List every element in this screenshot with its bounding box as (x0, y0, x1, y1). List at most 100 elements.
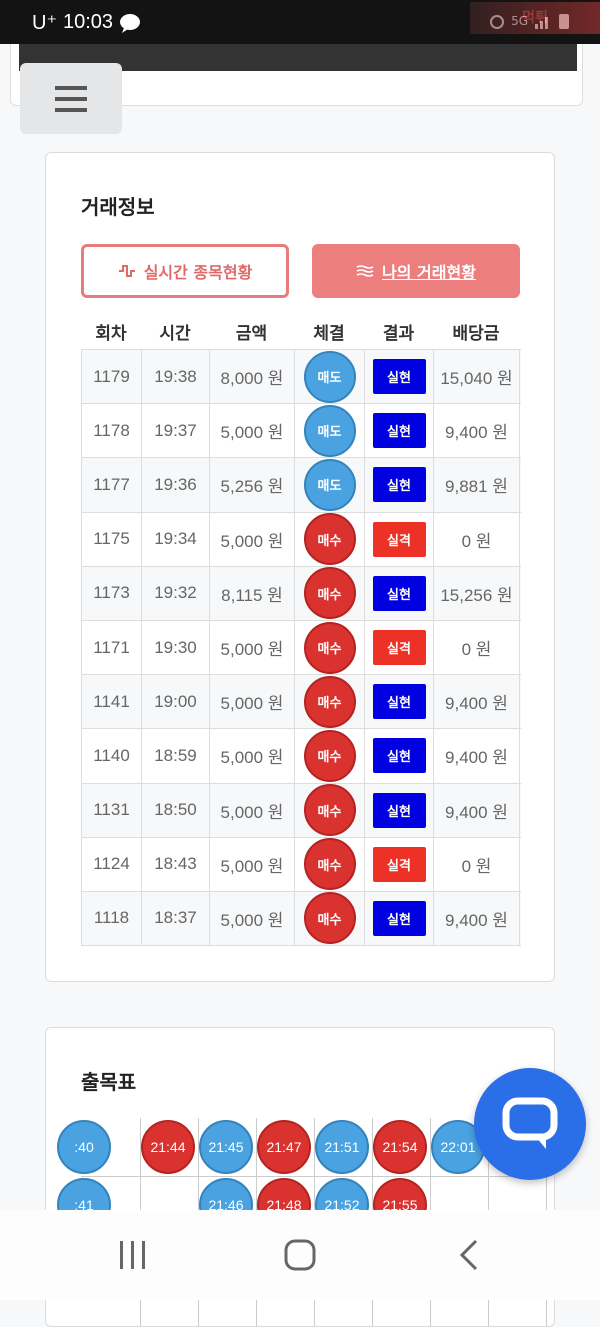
carrier-label: U⁺ (32, 12, 57, 34)
draw-bead: 21:44 (141, 1120, 195, 1174)
payout-cell: 15,040 원 (434, 350, 520, 404)
draw-bead: 21:47 (257, 1120, 311, 1174)
result-hit-badge: 실현 (372, 738, 426, 774)
result-cell: 실현 (365, 891, 434, 946)
buy-badge: 매수 (303, 784, 356, 837)
time-cell: 19:38 (142, 350, 210, 404)
back-icon[interactable] (450, 1235, 490, 1275)
round-cell: 1118 (82, 891, 142, 946)
pulse-icon (118, 265, 135, 277)
sell-badge: 매도 (303, 458, 356, 511)
grid-line (81, 1176, 521, 1177)
buy-badge: 매수 (303, 621, 356, 674)
status-left: U⁺ 10:03 (32, 10, 141, 35)
side-cell: 매수 (295, 566, 365, 620)
round-cell: 1177 (82, 458, 142, 512)
time-cell: 18:37 (142, 891, 210, 946)
time-cell: 19:34 (142, 512, 210, 566)
round-cell: 1175 (82, 512, 142, 566)
my-trades-label: 나의 거래현황 (382, 263, 476, 282)
payout-cell: 9,400 원 (434, 404, 520, 458)
result-cell: 실격 (365, 837, 434, 891)
time-cell: 18:59 (142, 729, 210, 783)
result-hit-badge: 실현 (372, 413, 426, 449)
time-cell: 19:00 (142, 675, 210, 729)
trade-table[interactable]: 1179 19:38 8,000 원 매도 실현 15,040 원 1178 19:37 5,0… (81, 349, 521, 947)
result-hit-badge: 실현 (372, 359, 426, 395)
side-cell: 매도 (295, 458, 365, 512)
live-status-button[interactable]: 실시간 종목현황 (81, 244, 289, 298)
amount-cell: 5,000 원 (210, 675, 295, 729)
amount-cell: 5,000 원 (210, 512, 295, 566)
result-hit-badge: 실현 (372, 900, 426, 936)
result-hit-badge: 실현 (372, 792, 426, 828)
side-cell: 매수 (295, 891, 365, 946)
table-header: 회차 시간 금액 체결 결과 배당금 (81, 313, 521, 349)
result-cell: 실현 (365, 675, 434, 729)
amount-cell: 8,115 원 (210, 566, 295, 620)
table-row: 1177 19:36 5,256 원 매도 실현 9,881 원 (82, 458, 521, 513)
status-bar: U⁺ 10:03 5G 먹튀 (0, 0, 600, 44)
payout-cell: 9,400 원 (434, 783, 520, 837)
menu-button[interactable] (20, 63, 122, 134)
table-row: 1178 19:37 5,000 원 매도 실현 9,400 원 (82, 404, 521, 459)
result-hit-badge: 실현 (372, 575, 426, 611)
col-payout: 배당금 (452, 323, 500, 344)
waves-icon (356, 265, 374, 277)
draw-bead: 21:45 (199, 1120, 253, 1174)
clock: 10:03 (63, 11, 114, 33)
result-hit-badge: 실현 (372, 684, 426, 720)
time-cell: 19:32 (142, 566, 210, 620)
result-cell: 실현 (365, 783, 434, 837)
recent-apps-icon[interactable] (112, 1235, 152, 1275)
amount-cell: 5,000 원 (210, 837, 295, 891)
result-hit-badge: 실현 (372, 467, 426, 503)
side-cell: 매수 (295, 837, 365, 891)
result-cell: 실현 (365, 404, 434, 458)
buy-badge: 매수 (303, 513, 356, 566)
chat-button[interactable] (474, 1068, 586, 1180)
messenger-icon (120, 13, 141, 33)
payout-cell: 9,400 원 (434, 675, 520, 729)
result-miss-badge: 실격 (372, 630, 426, 666)
amount-cell: 8,000 원 (210, 350, 295, 404)
payout-cell: 0 원 (434, 837, 520, 891)
round-cell: 1179 (82, 350, 142, 404)
table-row: 1173 19:32 8,115 원 매수 실현 15,256 원 (82, 566, 521, 621)
draw-bead: :40 (57, 1120, 111, 1174)
amount-cell: 5,000 원 (210, 404, 295, 458)
payout-cell: 9,881 원 (434, 458, 520, 512)
watermark-logo: 먹튀 (470, 2, 600, 34)
buy-badge: 매수 (303, 567, 356, 620)
col-amount: 금액 (235, 323, 268, 344)
table-row: 1118 18:37 5,000 원 매수 실현 9,400 원 (82, 891, 521, 947)
side-cell: 매도 (295, 404, 365, 458)
round-cell: 1173 (82, 566, 142, 620)
hamburger-icon (55, 85, 87, 112)
amount-cell: 5,000 원 (210, 783, 295, 837)
side-cell: 매수 (295, 620, 365, 675)
result-cell: 실현 (365, 458, 434, 512)
buy-badge: 매수 (303, 675, 356, 728)
table-row: 1140 18:59 5,000 원 매수 실현 9,400 원 (82, 729, 521, 784)
nav-bar (0, 1210, 600, 1300)
table-row: 1175 19:34 5,000 원 매수 실격 0 원 (82, 512, 521, 567)
round-cell: 1178 (82, 404, 142, 458)
side-cell: 매도 (295, 350, 365, 404)
side-cell: 매수 (295, 675, 365, 729)
result-miss-badge: 실격 (372, 846, 426, 882)
col-time: 시간 (159, 323, 191, 344)
result-cell: 실격 (365, 512, 434, 566)
home-icon[interactable] (280, 1235, 320, 1275)
draw-bead: 21:54 (373, 1120, 427, 1174)
result-cell: 실현 (365, 566, 434, 620)
chat-bubble-icon (502, 1097, 558, 1149)
trade-info-title: 거래정보 (81, 195, 155, 219)
my-trades-button[interactable]: 나의 거래현황 (312, 244, 520, 298)
sell-badge: 매도 (303, 404, 356, 457)
side-cell: 매수 (295, 783, 365, 837)
amount-cell: 5,256 원 (210, 458, 295, 512)
buy-badge: 매수 (303, 729, 356, 782)
time-cell: 19:36 (142, 458, 210, 512)
col-round: 회차 (95, 323, 127, 344)
